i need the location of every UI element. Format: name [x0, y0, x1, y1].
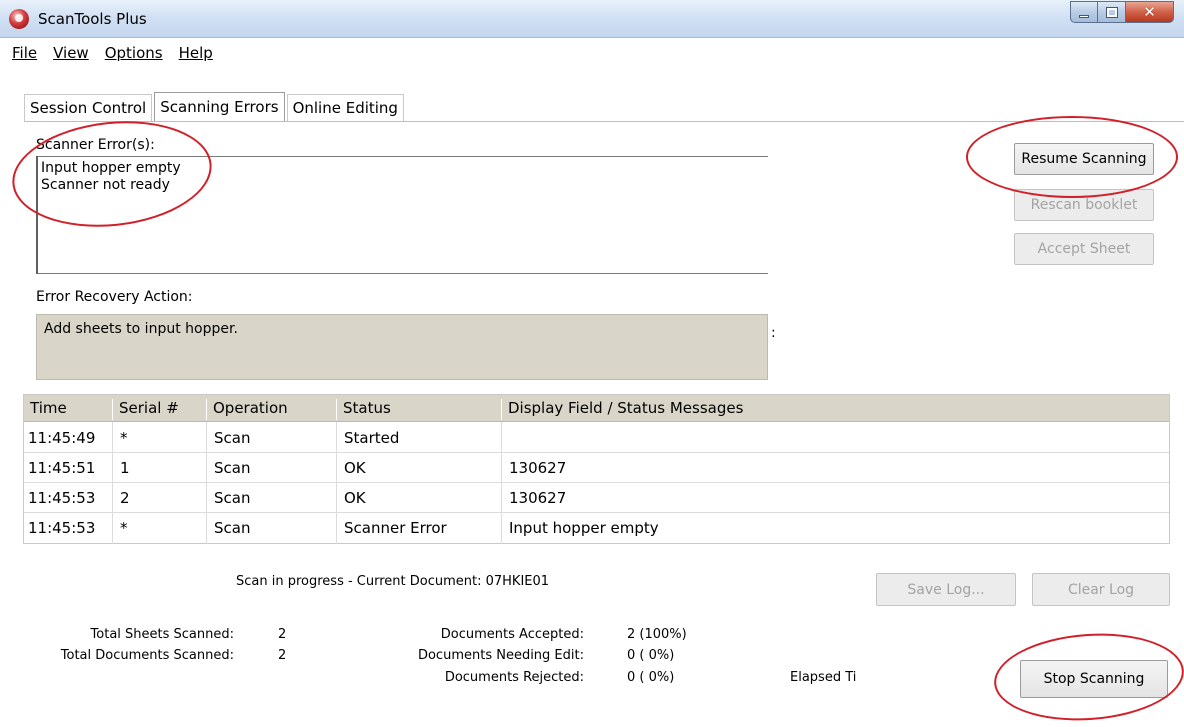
recovery-action-label: Error Recovery Action:: [36, 289, 193, 305]
cell-operation: Scan: [214, 429, 251, 447]
window-title: ScanTools Plus: [38, 10, 147, 28]
accept-sheet-button[interactable]: Accept Sheet: [1014, 233, 1154, 265]
docs-needing-edit-label: Documents Needing Edit:: [417, 648, 584, 663]
total-sheets-value: 2: [278, 627, 287, 642]
cell-serial: 1: [120, 459, 130, 477]
stop-scanning-button[interactable]: Stop Scanning: [1020, 660, 1168, 698]
restore-icon: [1105, 6, 1118, 18]
tab-strip: Session Control Scanning Errors Online E…: [24, 92, 406, 122]
table-row[interactable]: 11:45:53 2 Scan OK 130627: [24, 483, 1169, 513]
elapsed-time-label: Elapsed Ti: [790, 670, 857, 685]
col-time[interactable]: Time: [24, 399, 67, 420]
tab-online-editing[interactable]: Online Editing: [286, 94, 404, 122]
docs-rejected-value: 0 ( 0%): [627, 670, 675, 685]
close-button[interactable]: ✕: [1126, 1, 1174, 23]
menu-bar: File View Options Help: [0, 38, 1184, 68]
table-row[interactable]: 11:45:53 * Scan Scanner Error Input hopp…: [24, 513, 1169, 543]
table-row[interactable]: 11:45:49 * Scan Started: [24, 423, 1169, 453]
docs-needing-edit-value: 0 ( 0%): [627, 648, 675, 663]
cell-time: 11:45:49: [28, 429, 96, 447]
col-status[interactable]: Status: [336, 399, 391, 420]
cell-operation: Scan: [214, 459, 251, 477]
maximize-button[interactable]: [1098, 1, 1126, 23]
close-icon: ✕: [1143, 3, 1156, 21]
col-serial[interactable]: Serial #: [112, 399, 179, 420]
resume-scanning-button[interactable]: Resume Scanning: [1014, 143, 1154, 175]
table-row[interactable]: 11:45:51 1 Scan OK 130627: [24, 453, 1169, 483]
total-docs-label: Total Documents Scanned:: [60, 648, 234, 663]
docs-accepted-label: Documents Accepted:: [440, 627, 584, 642]
cell-time: 11:45:53: [28, 489, 96, 507]
total-sheets-label: Total Sheets Scanned:: [90, 627, 234, 642]
cell-status: OK: [344, 489, 366, 507]
save-log-button[interactable]: Save Log...: [876, 573, 1016, 606]
cell-status: Started: [344, 429, 400, 447]
tab-scanning-errors[interactable]: Scanning Errors: [154, 92, 285, 122]
log-header: Time Serial # Operation Status Display F…: [24, 395, 1169, 422]
scan-log-table[interactable]: Time Serial # Operation Status Display F…: [23, 394, 1170, 544]
cell-message: 130627: [509, 459, 567, 477]
window-controls: ✕: [1070, 1, 1174, 25]
scan-progress-text: Scan in progress - Current Document: 07H…: [236, 574, 550, 589]
menu-view[interactable]: View: [45, 44, 97, 62]
total-docs-value: 2: [278, 648, 287, 663]
cell-operation: Scan: [214, 489, 251, 507]
recovery-action-text: Add sheets to input hopper.: [36, 314, 768, 380]
menu-file[interactable]: File: [4, 44, 45, 62]
menu-help[interactable]: Help: [171, 44, 221, 62]
cell-serial: *: [120, 519, 128, 537]
error-item: Input hopper empty: [41, 160, 181, 176]
app-icon: [9, 9, 29, 29]
title-bar: ScanTools Plus ✕: [0, 0, 1184, 38]
cell-operation: Scan: [214, 519, 251, 537]
docs-rejected-label: Documents Rejected:: [444, 670, 584, 685]
error-item: Scanner not ready: [41, 177, 170, 193]
tab-session-control[interactable]: Session Control: [24, 94, 153, 122]
cell-status: Scanner Error: [344, 519, 447, 537]
minimize-icon: [1079, 14, 1089, 18]
menu-options[interactable]: Options: [97, 44, 171, 62]
cell-serial: *: [120, 429, 128, 447]
cell-time: 11:45:53: [28, 519, 96, 537]
col-messages[interactable]: Display Field / Status Messages: [501, 399, 743, 420]
cell-time: 11:45:51: [28, 459, 96, 477]
cell-status: OK: [344, 459, 366, 477]
minimize-button[interactable]: [1070, 1, 1098, 23]
cell-message: Input hopper empty: [509, 519, 659, 537]
scanner-errors-label: Scanner Error(s):: [36, 137, 155, 153]
clear-log-button[interactable]: Clear Log: [1032, 573, 1170, 606]
scanner-errors-list[interactable]: Input hopper empty Scanner not ready: [36, 156, 768, 274]
tab-divider: [24, 121, 1184, 122]
cell-message: 130627: [509, 489, 567, 507]
cell-serial: 2: [120, 489, 130, 507]
col-operation[interactable]: Operation: [206, 399, 288, 420]
rescan-booklet-button[interactable]: Rescan booklet: [1014, 189, 1154, 221]
stray-colon: :: [771, 325, 776, 341]
docs-accepted-value: 2 (100%): [627, 627, 687, 642]
